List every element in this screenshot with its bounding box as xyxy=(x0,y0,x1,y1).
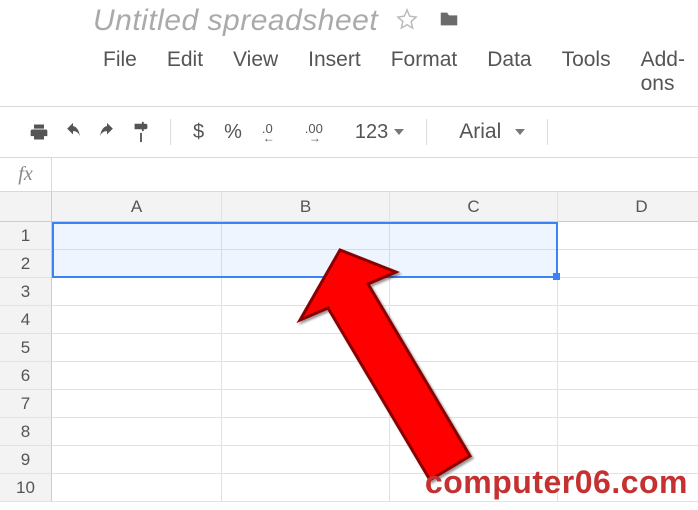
menu-file[interactable]: File xyxy=(103,48,137,96)
row-header[interactable]: 10 xyxy=(0,474,52,502)
font-name-label: Arial xyxy=(459,120,501,144)
paint-format-icon[interactable] xyxy=(126,119,156,145)
toolbar-separator xyxy=(547,119,548,145)
cell[interactable] xyxy=(558,362,698,390)
cell[interactable] xyxy=(558,250,698,278)
cell[interactable] xyxy=(52,334,222,362)
formula-input[interactable] xyxy=(52,158,698,191)
menu-tools[interactable]: Tools xyxy=(562,48,611,96)
menu-bar: File Edit View Insert Format Data Tools … xyxy=(18,44,698,106)
row-header[interactable]: 4 xyxy=(0,306,52,334)
cell[interactable] xyxy=(558,278,698,306)
undo-icon[interactable] xyxy=(58,119,88,145)
cell[interactable] xyxy=(52,278,222,306)
cell[interactable] xyxy=(222,222,390,250)
select-all-corner[interactable] xyxy=(0,192,52,222)
menu-view[interactable]: View xyxy=(233,48,278,96)
row-header[interactable]: 2 xyxy=(0,250,52,278)
cell[interactable] xyxy=(390,390,558,418)
cell[interactable] xyxy=(52,222,222,250)
column-header[interactable]: D xyxy=(558,192,698,222)
spreadsheet-grid: 1 2 3 4 5 6 7 8 9 10 A B C D xyxy=(0,192,698,502)
cell[interactable] xyxy=(558,418,698,446)
formula-bar: fx xyxy=(0,158,698,192)
row-header[interactable]: 5 xyxy=(0,334,52,362)
cell[interactable] xyxy=(52,446,222,474)
cell[interactable] xyxy=(390,362,558,390)
cell[interactable] xyxy=(558,390,698,418)
cell[interactable] xyxy=(390,334,558,362)
toolbar-separator xyxy=(170,119,171,145)
row-header[interactable]: 8 xyxy=(0,418,52,446)
more-formats-button[interactable]: 123 xyxy=(347,121,412,144)
cell[interactable] xyxy=(222,278,390,306)
cell[interactable] xyxy=(390,250,558,278)
row-header[interactable]: 6 xyxy=(0,362,52,390)
font-selector[interactable]: Arial xyxy=(441,120,533,144)
cell[interactable] xyxy=(52,418,222,446)
chevron-down-icon xyxy=(515,129,525,135)
header: Untitled spreadsheet File Edit View Inse… xyxy=(0,0,698,107)
cell[interactable] xyxy=(222,446,390,474)
row-header[interactable]: 9 xyxy=(0,446,52,474)
cell[interactable] xyxy=(52,390,222,418)
column-header[interactable]: A xyxy=(52,192,222,222)
cells-area xyxy=(52,222,698,502)
star-icon[interactable] xyxy=(396,8,418,35)
format-currency-button[interactable]: $ xyxy=(185,121,212,144)
decrease-decimal-button[interactable]: .0← xyxy=(254,121,293,144)
cell[interactable] xyxy=(222,418,390,446)
menu-format[interactable]: Format xyxy=(391,48,458,96)
title-row: Untitled spreadsheet xyxy=(18,4,698,44)
cell[interactable] xyxy=(558,334,698,362)
cell[interactable] xyxy=(222,390,390,418)
fx-label: fx xyxy=(0,158,52,191)
row-header[interactable]: 3 xyxy=(0,278,52,306)
cell[interactable] xyxy=(52,250,222,278)
toolbar-separator xyxy=(426,119,427,145)
menu-insert[interactable]: Insert xyxy=(308,48,361,96)
print-icon[interactable] xyxy=(24,119,54,145)
document-title[interactable]: Untitled spreadsheet xyxy=(93,4,378,38)
redo-icon[interactable] xyxy=(92,119,122,145)
cell[interactable] xyxy=(390,306,558,334)
column-header[interactable]: C xyxy=(390,192,558,222)
cell[interactable] xyxy=(222,362,390,390)
cell[interactable] xyxy=(558,222,698,250)
format-percent-button[interactable]: % xyxy=(216,121,250,144)
column-headers: A B C D xyxy=(52,192,698,222)
column-header[interactable]: B xyxy=(222,192,390,222)
menu-data[interactable]: Data xyxy=(487,48,531,96)
increase-decimal-button[interactable]: .00→ xyxy=(297,121,343,144)
cell[interactable] xyxy=(52,474,222,502)
cell[interactable] xyxy=(222,306,390,334)
row-headers: 1 2 3 4 5 6 7 8 9 10 xyxy=(0,192,52,502)
cell[interactable] xyxy=(390,222,558,250)
more-formats-label: 123 xyxy=(355,121,388,144)
cell[interactable] xyxy=(390,418,558,446)
cell[interactable] xyxy=(222,250,390,278)
chevron-down-icon xyxy=(394,129,404,135)
cell[interactable] xyxy=(222,474,390,502)
cell[interactable] xyxy=(52,306,222,334)
toolbar: $ % .0← .00→ 123 Arial xyxy=(0,107,698,158)
cell[interactable] xyxy=(558,306,698,334)
menu-addons[interactable]: Add-ons xyxy=(641,48,698,96)
folder-icon[interactable] xyxy=(436,8,462,35)
menu-edit[interactable]: Edit xyxy=(167,48,203,96)
row-header[interactable]: 7 xyxy=(0,390,52,418)
cell[interactable] xyxy=(52,362,222,390)
cell[interactable] xyxy=(222,334,390,362)
cell[interactable] xyxy=(390,278,558,306)
watermark: computer06.com xyxy=(425,464,688,501)
row-header[interactable]: 1 xyxy=(0,222,52,250)
